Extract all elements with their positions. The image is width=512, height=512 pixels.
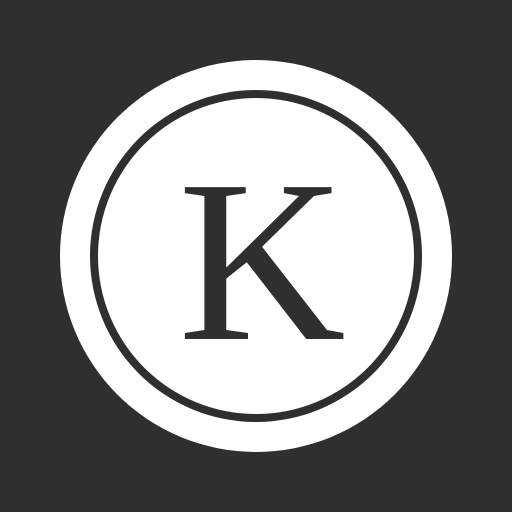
monogram-letter: K [178,133,346,390]
monogram-emblem: K [60,60,452,452]
app-icon-canvas: K [0,0,512,512]
